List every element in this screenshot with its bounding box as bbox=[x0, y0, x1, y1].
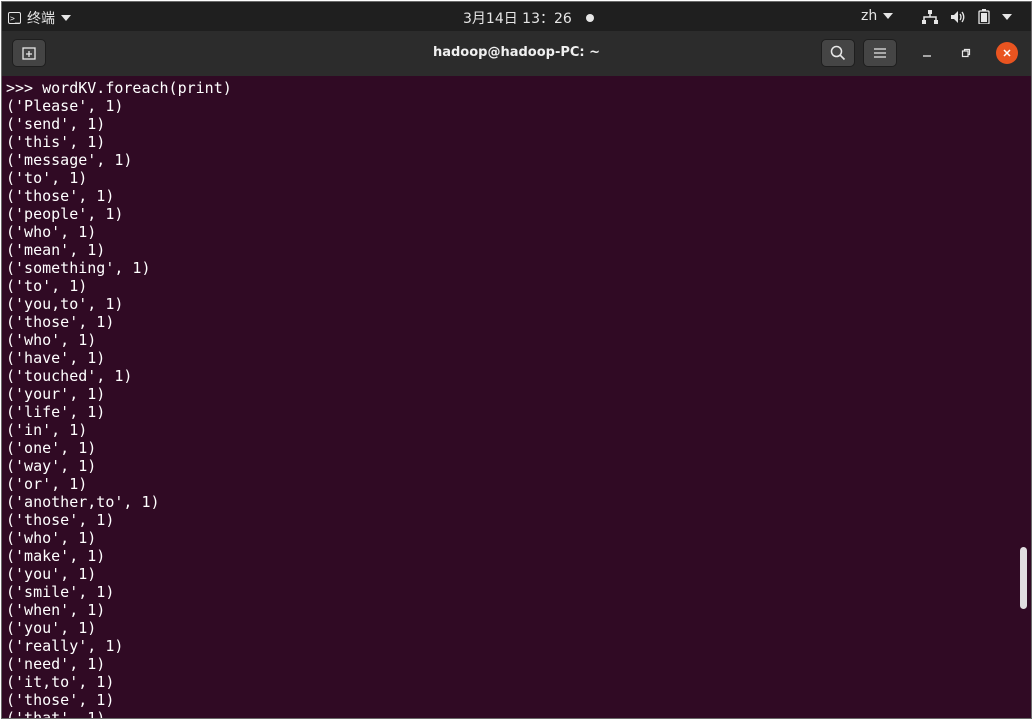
terminal-line: ('who', 1) bbox=[6, 529, 97, 547]
terminal-line: ('this', 1) bbox=[6, 133, 106, 151]
menu-button[interactable] bbox=[863, 39, 897, 67]
terminal-line: ('really', 1) bbox=[6, 637, 124, 655]
terminal-line: ('your', 1) bbox=[6, 385, 106, 403]
close-icon bbox=[1003, 49, 1011, 57]
chevron-down-icon bbox=[883, 13, 894, 19]
search-icon bbox=[830, 45, 846, 61]
volume-icon bbox=[951, 10, 965, 23]
terminal-line: ('one', 1) bbox=[6, 439, 97, 457]
terminal-line: ('mean', 1) bbox=[6, 241, 106, 259]
terminal-line: ('or', 1) bbox=[6, 475, 88, 493]
minimize-button[interactable] bbox=[917, 43, 937, 63]
battery-icon bbox=[978, 9, 990, 24]
terminal-line: ('send', 1) bbox=[6, 115, 106, 133]
terminal-line: ('make', 1) bbox=[6, 547, 106, 565]
restore-icon bbox=[961, 48, 971, 58]
terminal-lines: >>> wordKV.foreach(print) ('Please', 1) ('… bbox=[6, 79, 232, 718]
terminal-line: ('touched', 1) bbox=[6, 367, 133, 385]
app-menu-label: 终端 bbox=[27, 11, 55, 27]
terminal-line: ('Please', 1) bbox=[6, 97, 124, 115]
system-tray[interactable] bbox=[922, 9, 1012, 24]
terminal-line: ('something', 1) bbox=[6, 259, 151, 277]
clock[interactable]: 3月14日 13：26 bbox=[463, 8, 594, 28]
terminal-line: ('you', 1) bbox=[6, 619, 97, 637]
terminal-line: ('you', 1) bbox=[6, 565, 97, 583]
chevron-down-icon bbox=[1002, 13, 1012, 20]
terminal-line: >>> wordKV.foreach(print) bbox=[6, 79, 232, 97]
terminal-line: ('those', 1) bbox=[6, 313, 115, 331]
terminal-icon: >_ bbox=[8, 12, 21, 24]
chevron-down-icon bbox=[61, 15, 71, 21]
system-top-bar: >_ 终端 3月14日 13：26 zh bbox=[2, 2, 1031, 31]
minimize-icon bbox=[923, 55, 931, 57]
terminal-line: ('when', 1) bbox=[6, 601, 106, 619]
terminal-line: ('another,to', 1) bbox=[6, 493, 160, 511]
terminal-line: ('those', 1) bbox=[6, 187, 115, 205]
terminal-line: ('need', 1) bbox=[6, 655, 106, 673]
language-label: zh bbox=[861, 8, 878, 24]
terminal-line: ('way', 1) bbox=[6, 457, 97, 475]
window-header-bar: hadoop@hadoop-PC: ~ bbox=[2, 31, 1031, 76]
terminal-line: ('you,to', 1) bbox=[6, 295, 124, 313]
search-button[interactable] bbox=[821, 39, 855, 67]
terminal-output[interactable]: >>> wordKV.foreach(print) ('Please', 1) ('… bbox=[2, 76, 1031, 718]
terminal-line: ('to', 1) bbox=[6, 277, 88, 295]
terminal-line: ('message', 1) bbox=[6, 151, 133, 169]
terminal-line: ('have', 1) bbox=[6, 349, 106, 367]
terminal-line: ('people', 1) bbox=[6, 205, 124, 223]
notification-dot-icon bbox=[585, 14, 594, 22]
terminal-line: ('life', 1) bbox=[6, 403, 106, 421]
terminal-line: ('who', 1) bbox=[6, 331, 97, 349]
terminal-line: ('who', 1) bbox=[6, 223, 97, 241]
terminal-line: ('those', 1) bbox=[6, 691, 115, 709]
app-menu[interactable]: >_ 终端 bbox=[8, 8, 71, 28]
screen: >_ 终端 3月14日 13：26 zh hadoop@hadoop-PC: ~… bbox=[1, 1, 1032, 719]
terminal-line: ('it,to', 1) bbox=[6, 673, 115, 691]
terminal-line: ('in', 1) bbox=[6, 421, 88, 439]
scrollbar-thumb[interactable] bbox=[1020, 547, 1027, 609]
terminal-line: ('smile', 1) bbox=[6, 583, 115, 601]
close-button[interactable] bbox=[996, 42, 1018, 64]
hamburger-menu-icon bbox=[874, 48, 886, 58]
terminal-line: ('those', 1) bbox=[6, 511, 115, 529]
network-icon bbox=[922, 9, 938, 24]
clock-label: 3月14日 13：26 bbox=[463, 11, 572, 27]
terminal-line: ('to', 1) bbox=[6, 169, 88, 187]
terminal-line: ('that', 1) bbox=[6, 709, 106, 718]
restore-button[interactable] bbox=[956, 43, 976, 63]
input-language-selector[interactable]: zh bbox=[861, 8, 894, 24]
